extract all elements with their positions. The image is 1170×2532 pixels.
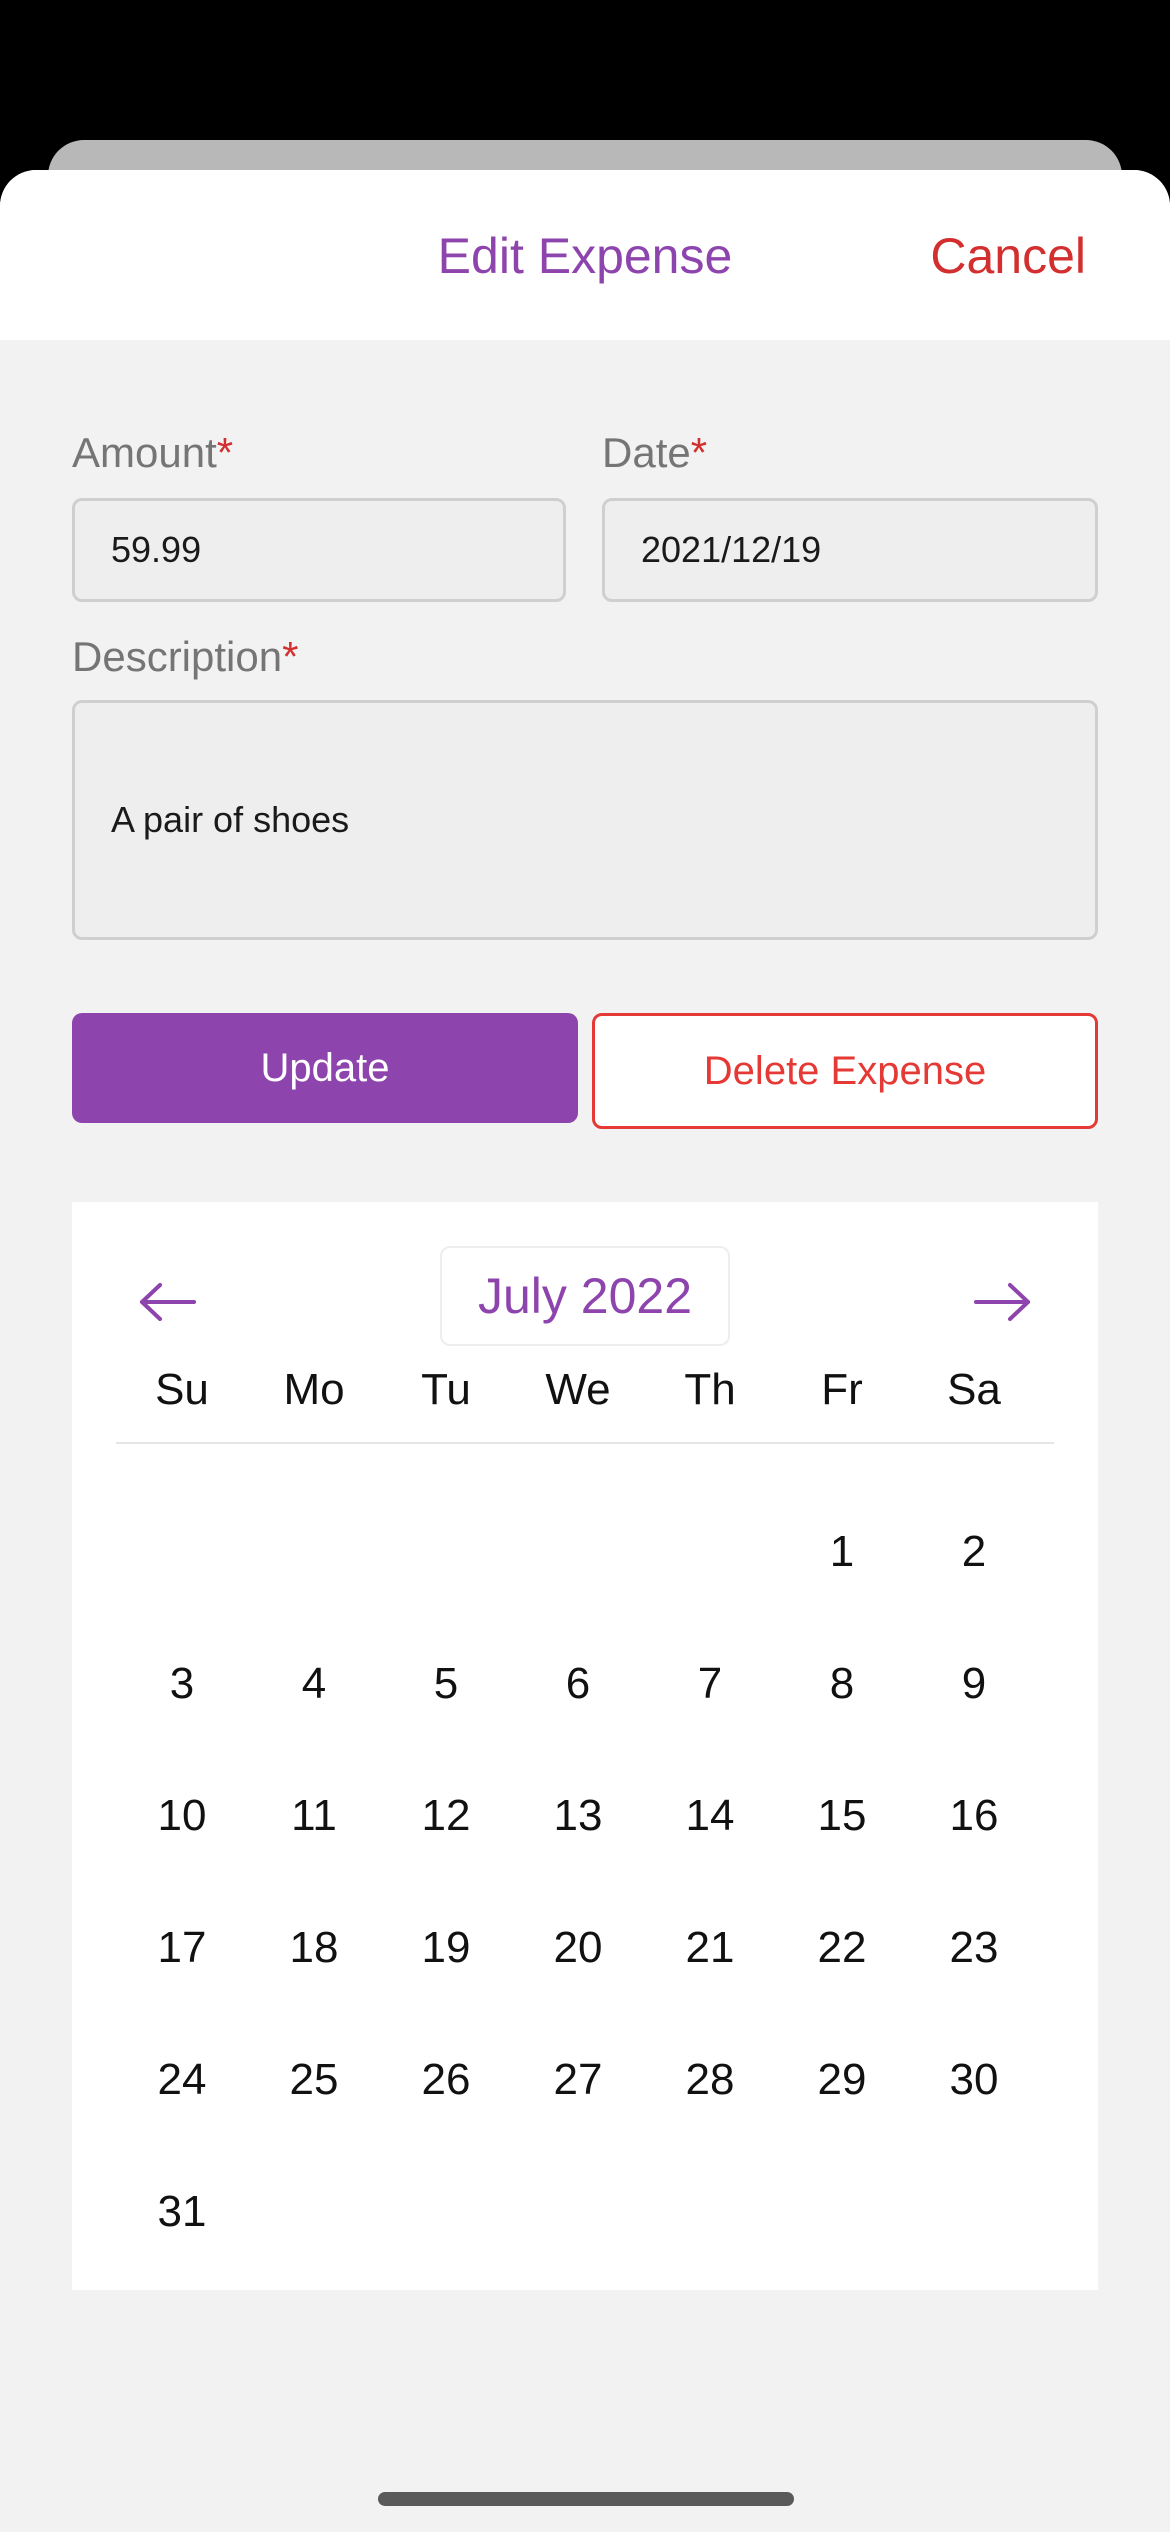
weekday-su: Su [155, 1365, 209, 1414]
next-month-button[interactable] [962, 1262, 1042, 1342]
calendar-day[interactable]: 28 [650, 2030, 770, 2130]
delete-expense-button[interactable]: Delete Expense [592, 1013, 1098, 1129]
calendar-day[interactable]: 31 [122, 2162, 242, 2262]
calendar-day[interactable]: 14 [650, 1766, 770, 1866]
calendar-day[interactable]: 29 [782, 2030, 902, 2130]
calendar-day[interactable]: 21 [650, 1898, 770, 1998]
calendar-day[interactable]: 11 [254, 1766, 374, 1866]
weekday-header: Su Mo Tu We Th Fr Sa [72, 1350, 1098, 1430]
calendar-day[interactable]: 6 [518, 1634, 638, 1734]
date-input[interactable]: 2021/12/19 [602, 498, 1098, 602]
home-indicator[interactable] [378, 2492, 794, 2506]
weekday-fr: Fr [821, 1365, 863, 1414]
cancel-button[interactable]: Cancel [930, 226, 1086, 286]
calendar-day[interactable]: 18 [254, 1898, 374, 1998]
amount-value: 59.99 [111, 529, 202, 570]
calendar-day[interactable]: 1 [782, 1502, 902, 1602]
description-label: Description* [72, 632, 298, 682]
calendar-day[interactable]: 9 [914, 1634, 1034, 1734]
calendar-day[interactable]: 15 [782, 1766, 902, 1866]
date-label: Date* [602, 428, 707, 478]
calendar-day[interactable]: 4 [254, 1634, 374, 1734]
prev-month-button[interactable] [128, 1262, 208, 1342]
weekday-sa: Sa [947, 1365, 1001, 1414]
description-input[interactable]: A pair of shoes [72, 700, 1098, 940]
calendar-day[interactable]: 12 [386, 1766, 506, 1866]
required-mark: * [282, 633, 299, 680]
amount-label-text: Amount [72, 429, 217, 476]
calendar-day[interactable]: 17 [122, 1898, 242, 1998]
calendar-day[interactable]: 26 [386, 2030, 506, 2130]
edit-expense-sheet: Edit Expense Cancel Amount* 59.99 Date* … [0, 170, 1170, 2532]
arrow-right-icon [974, 1283, 1030, 1321]
calendar-day[interactable]: 22 [782, 1898, 902, 1998]
calendar-day[interactable]: 5 [386, 1634, 506, 1734]
calendar-divider [116, 1442, 1054, 1444]
calendar-day[interactable]: 8 [782, 1634, 902, 1734]
calendar-day[interactable]: 3 [122, 1634, 242, 1734]
weekday-mo: Mo [283, 1365, 345, 1414]
sheet-header: Edit Expense Cancel [0, 170, 1170, 340]
weekday-th: Th [684, 1365, 736, 1414]
calendar-day[interactable]: 7 [650, 1634, 770, 1734]
date-value: 2021/12/19 [641, 529, 822, 570]
calendar-day[interactable]: 25 [254, 2030, 374, 2130]
required-mark: * [216, 429, 234, 476]
amount-input[interactable]: 59.99 [72, 498, 566, 602]
calendar-day[interactable]: 16 [914, 1766, 1034, 1866]
calendar-day[interactable]: 2 [914, 1502, 1034, 1602]
calendar-day[interactable]: 24 [122, 2030, 242, 2130]
month-title-button[interactable]: July 2022 [440, 1246, 730, 1346]
date-label-text: Date [602, 429, 691, 476]
weekday-we: We [545, 1365, 611, 1414]
calendar-day[interactable]: 30 [914, 2030, 1034, 2130]
calendar-day[interactable]: 10 [122, 1766, 242, 1866]
weekday-tu: Tu [421, 1365, 471, 1414]
description-label-text: Description [72, 633, 283, 680]
screen: Edit Expense Cancel Amount* 59.99 Date* … [0, 0, 1170, 2532]
calendar-day[interactable]: 19 [386, 1898, 506, 1998]
calendar-day[interactable]: 23 [914, 1898, 1034, 1998]
update-button[interactable]: Update [72, 1013, 578, 1123]
description-value: A pair of shoes [111, 799, 350, 840]
arrow-left-icon [140, 1283, 196, 1321]
calendar: July 2022 Su Mo Tu We Th Fr Sa 1 2 3 4 5 6 7 8 9 10 11 12… [72, 1202, 1098, 2290]
amount-label: Amount* [72, 428, 233, 478]
calendar-day[interactable]: 20 [518, 1898, 638, 1998]
required-mark: * [690, 429, 708, 476]
calendar-day[interactable]: 13 [518, 1766, 638, 1866]
calendar-day[interactable]: 27 [518, 2030, 638, 2130]
